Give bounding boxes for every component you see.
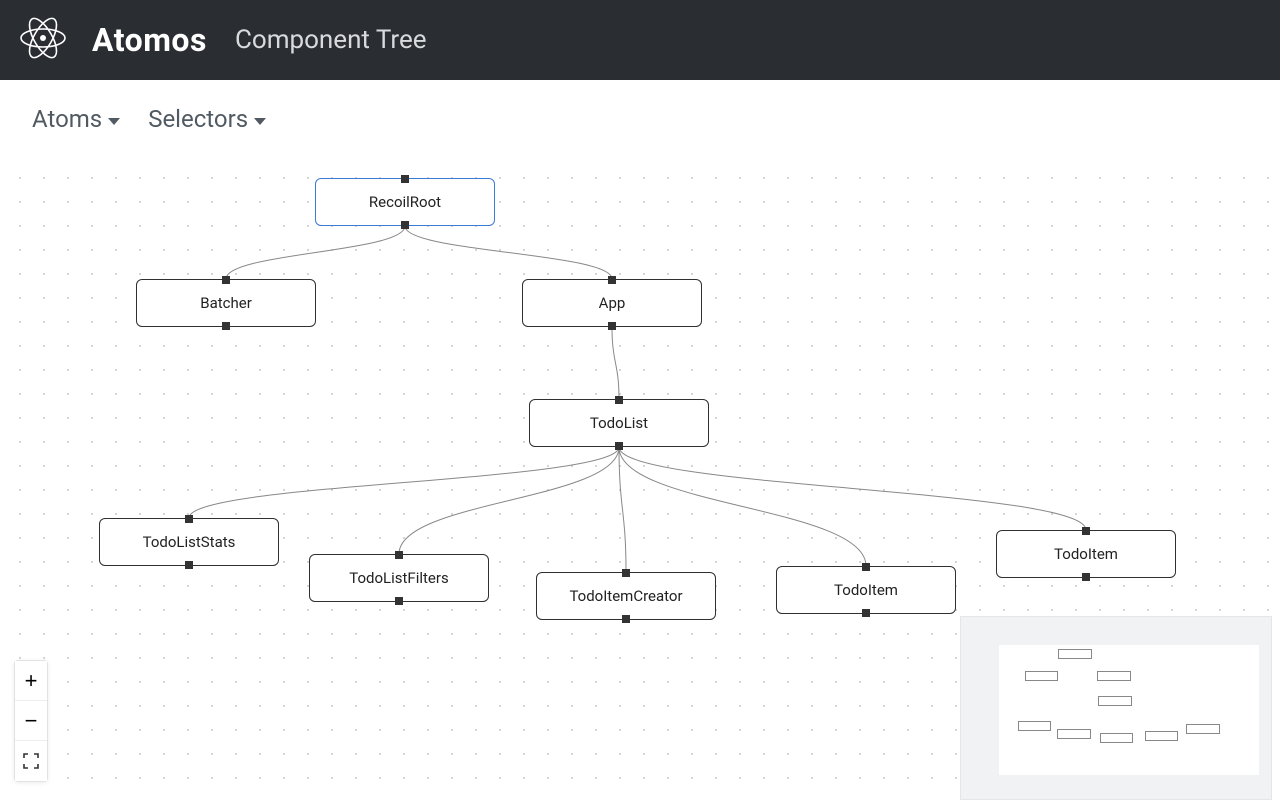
zoom-controls: + − [14, 660, 48, 782]
tree-edge [619, 447, 626, 572]
tree-canvas[interactable]: + − RecoilRoot Batcher App TodoList TodoList… [0, 158, 1280, 800]
node-handle-top[interactable] [1082, 527, 1090, 535]
tree-node-TodoItem2[interactable]: TodoItem [996, 530, 1176, 578]
node-handle-top[interactable] [401, 175, 409, 183]
node-handle-top[interactable] [395, 551, 403, 559]
tree-node-label: TodoListStats [143, 533, 236, 551]
tree-edge [612, 327, 619, 399]
minimap-node [1025, 671, 1059, 681]
node-handle-top[interactable] [222, 276, 230, 284]
tree-node-Batcher[interactable]: Batcher [136, 279, 316, 327]
minimap-viewport [999, 645, 1259, 775]
tree-node-label: TodoItemCreator [569, 587, 682, 605]
minimap-node [1057, 729, 1091, 739]
tree-node-TodoList[interactable]: TodoList [529, 399, 709, 447]
tree-node-TodoItem1[interactable]: TodoItem [776, 566, 956, 614]
minimap-node [1097, 671, 1131, 681]
app-header: Atomos Component Tree [0, 0, 1280, 80]
chevron-down-icon [254, 118, 266, 125]
minimap-node [1058, 649, 1092, 659]
node-handle-top[interactable] [608, 276, 616, 284]
node-handle-bottom[interactable] [622, 615, 630, 623]
zoom-in-button[interactable]: + [15, 661, 47, 701]
tree-edge [399, 447, 619, 554]
tree-node-label: TodoList [590, 414, 648, 432]
tree-node-TodoItemCreator[interactable]: TodoItemCreator [536, 572, 716, 620]
atoms-dropdown[interactable]: Atoms [32, 105, 120, 133]
fit-view-button[interactable] [15, 741, 47, 781]
tree-node-label: TodoItem [834, 581, 898, 599]
node-handle-bottom[interactable] [862, 609, 870, 617]
tree-node-TodoListFilters[interactable]: TodoListFilters [309, 554, 489, 602]
brand-block: Atomos [18, 13, 207, 67]
fullscreen-icon [23, 753, 39, 769]
node-handle-bottom[interactable] [222, 322, 230, 330]
tree-node-App[interactable]: App [522, 279, 702, 327]
minimap-node [1098, 696, 1132, 706]
atom-logo-icon [18, 13, 68, 67]
minimap-node [1186, 724, 1220, 734]
page-title: Component Tree [235, 25, 427, 55]
tree-node-label: TodoListFilters [349, 569, 448, 587]
tree-node-label: App [599, 294, 626, 312]
minimap-node [1018, 721, 1052, 731]
tree-node-RecoilRoot[interactable]: RecoilRoot [315, 178, 495, 226]
tree-edge [619, 447, 866, 566]
tree-node-label: Batcher [200, 294, 252, 312]
subnav: Atoms Selectors [0, 80, 1280, 158]
tree-edge [189, 447, 619, 518]
node-handle-bottom[interactable] [401, 221, 409, 229]
node-handle-bottom[interactable] [1082, 573, 1090, 581]
minimap[interactable] [960, 616, 1272, 800]
chevron-down-icon [108, 118, 120, 125]
minimap-node [1100, 733, 1134, 743]
selectors-dropdown-label: Selectors [148, 105, 248, 133]
node-handle-bottom[interactable] [615, 442, 623, 450]
tree-node-TodoListStats[interactable]: TodoListStats [99, 518, 279, 566]
tree-node-label: RecoilRoot [369, 193, 441, 211]
node-handle-bottom[interactable] [608, 322, 616, 330]
node-handle-top[interactable] [622, 569, 630, 577]
node-handle-bottom[interactable] [395, 597, 403, 605]
minimap-node [1145, 731, 1179, 741]
tree-node-label: TodoItem [1054, 545, 1118, 563]
node-handle-top[interactable] [185, 515, 193, 523]
tree-edge [619, 447, 1086, 530]
node-handle-top[interactable] [615, 396, 623, 404]
zoom-out-button[interactable]: − [15, 701, 47, 741]
tree-edge [405, 226, 612, 279]
selectors-dropdown[interactable]: Selectors [148, 105, 266, 133]
node-handle-top[interactable] [862, 563, 870, 571]
atoms-dropdown-label: Atoms [32, 105, 102, 133]
node-handle-bottom[interactable] [185, 561, 193, 569]
tree-edge [226, 226, 405, 279]
brand-name: Atomos [92, 21, 207, 59]
